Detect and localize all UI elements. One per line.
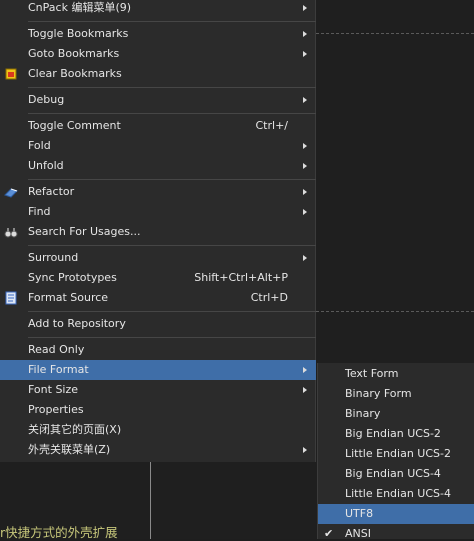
menu-separator — [28, 337, 316, 338]
submenu-item-little-endian-ucs4[interactable]: Little Endian UCS-4 — [318, 484, 474, 504]
submenu-item-big-endian-ucs4[interactable]: Big Endian UCS-4 — [318, 464, 474, 484]
menu-item-find[interactable]: Find — [0, 202, 316, 222]
clear-bookmarks-icon — [4, 67, 18, 81]
editor-dashed-line — [316, 311, 474, 312]
menu-item-label: Sync Prototypes — [28, 271, 117, 284]
menu-item-label: Refactor — [28, 185, 75, 198]
menu-item-unfold[interactable]: Unfold — [0, 156, 316, 176]
menu-separator — [28, 21, 316, 22]
menu-separator — [28, 113, 316, 114]
submenu-arrow-icon — [303, 143, 307, 149]
editor-dashed-line — [316, 33, 474, 34]
menu-item-label: Unfold — [28, 159, 64, 172]
menu-item-label: Goto Bookmarks — [28, 47, 120, 60]
submenu-arrow-icon — [303, 5, 307, 11]
menu-item-label: CnPack 编辑菜单(9) — [28, 1, 132, 14]
submenu-item-utf8[interactable]: UTF8 — [318, 504, 474, 524]
file-format-submenu: Text Form Binary Form Binary Big Endian … — [317, 363, 474, 539]
menu-item-label: Debug — [28, 93, 65, 106]
menu-item-label: Search For Usages... — [28, 225, 141, 238]
menu-item-shortcut: Shift+Ctrl+Alt+P — [194, 271, 288, 284]
menu-item-label: Surround — [28, 251, 79, 264]
format-source-icon — [4, 291, 18, 305]
menu-item-label: Add to Repository — [28, 317, 126, 330]
menu-item-surround[interactable]: Surround — [0, 248, 316, 268]
menu-item-label: Properties — [28, 403, 84, 416]
menu-item-label: File Format — [28, 363, 89, 376]
menu-item-label: Toggle Comment — [28, 119, 121, 132]
binoculars-icon — [4, 225, 18, 239]
submenu-item-text-form[interactable]: Text Form — [318, 364, 474, 384]
menu-item-debug[interactable]: Debug — [0, 90, 316, 110]
submenu-item-label: Binary — [345, 407, 381, 420]
menu-item-fold[interactable]: Fold — [0, 136, 316, 156]
menu-item-format-source[interactable]: Format Source Ctrl+D — [0, 288, 316, 308]
menu-item-shortcut: Ctrl+D — [250, 291, 288, 304]
submenu-arrow-icon — [303, 367, 307, 373]
menu-item-toggle-comment[interactable]: Toggle Comment Ctrl+/ — [0, 116, 316, 136]
menu-item-label: 关闭其它的页面(X) — [28, 423, 122, 436]
submenu-item-label: Big Endian UCS-4 — [345, 467, 441, 480]
submenu-item-ansi[interactable]: ✔ ANSI — [318, 524, 474, 539]
submenu-item-label: Big Endian UCS-2 — [345, 427, 441, 440]
submenu-arrow-icon — [303, 447, 307, 453]
menu-item-read-only[interactable]: Read Only — [0, 340, 316, 360]
submenu-item-label: Text Form — [345, 367, 399, 380]
submenu-item-little-endian-ucs2[interactable]: Little Endian UCS-2 — [318, 444, 474, 464]
menu-item-shortcut: Ctrl+/ — [255, 119, 289, 132]
menu-item-label: 外壳关联菜单(Z) — [28, 443, 111, 456]
menu-item-label: Toggle Bookmarks — [28, 27, 129, 40]
submenu-item-binary-form[interactable]: Binary Form — [318, 384, 474, 404]
menu-item-font-size[interactable]: Font Size — [0, 380, 316, 400]
menu-item-toggle-bookmarks[interactable]: Toggle Bookmarks — [0, 24, 316, 44]
submenu-arrow-icon — [303, 387, 307, 393]
menu-separator — [28, 311, 316, 312]
submenu-arrow-icon — [303, 97, 307, 103]
submenu-item-label: Binary Form — [345, 387, 412, 400]
refactor-icon — [4, 185, 18, 199]
menu-separator — [28, 179, 316, 180]
checkmark-icon: ✔ — [324, 527, 334, 539]
menu-item-refactor[interactable]: Refactor — [0, 182, 316, 202]
menu-item-search-for-usages[interactable]: Search For Usages... — [0, 222, 316, 242]
menu-item-label: Fold — [28, 139, 51, 152]
menu-item-shell-menu[interactable]: 外壳关联菜单(Z) — [0, 440, 316, 460]
menu-item-clear-bookmarks[interactable]: Clear Bookmarks — [0, 64, 316, 84]
submenu-item-binary[interactable]: Binary — [318, 404, 474, 424]
menu-item-add-to-repository[interactable]: Add to Repository — [0, 314, 316, 334]
menu-item-properties[interactable]: Properties — [0, 400, 316, 420]
submenu-arrow-icon — [303, 163, 307, 169]
submenu-arrow-icon — [303, 31, 307, 37]
submenu-item-label: ANSI — [345, 527, 371, 539]
submenu-arrow-icon — [303, 51, 307, 57]
menu-item-label: Clear Bookmarks — [28, 67, 122, 80]
submenu-arrow-icon — [303, 255, 307, 261]
menu-item-goto-bookmarks[interactable]: Goto Bookmarks — [0, 44, 316, 64]
submenu-item-big-endian-ucs2[interactable]: Big Endian UCS-2 — [318, 424, 474, 444]
menu-item-file-format[interactable]: File Format — [0, 360, 316, 380]
menu-separator — [28, 87, 316, 88]
menu-item-cnpack[interactable]: CnPack 编辑菜单(9) — [0, 0, 316, 18]
menu-item-label: Read Only — [28, 343, 85, 356]
menu-separator — [28, 245, 316, 246]
submenu-item-label: Little Endian UCS-2 — [345, 447, 451, 460]
editor-context-menu: CnPack 编辑菜单(9) Toggle Bookmarks Goto Boo… — [0, 0, 316, 462]
editor-margin-line — [150, 462, 151, 539]
menu-item-label: Format Source — [28, 291, 109, 304]
submenu-item-label: Little Endian UCS-4 — [345, 487, 451, 500]
menu-item-sync-prototypes[interactable]: Sync Prototypes Shift+Ctrl+Alt+P — [0, 268, 316, 288]
submenu-item-label: UTF8 — [345, 507, 374, 520]
menu-item-label: Font Size — [28, 383, 79, 396]
menu-item-close-other-pages[interactable]: 关闭其它的页面(X) — [0, 420, 316, 440]
menu-item-label: Find — [28, 205, 51, 218]
submenu-arrow-icon — [303, 189, 307, 195]
submenu-arrow-icon — [303, 209, 307, 215]
